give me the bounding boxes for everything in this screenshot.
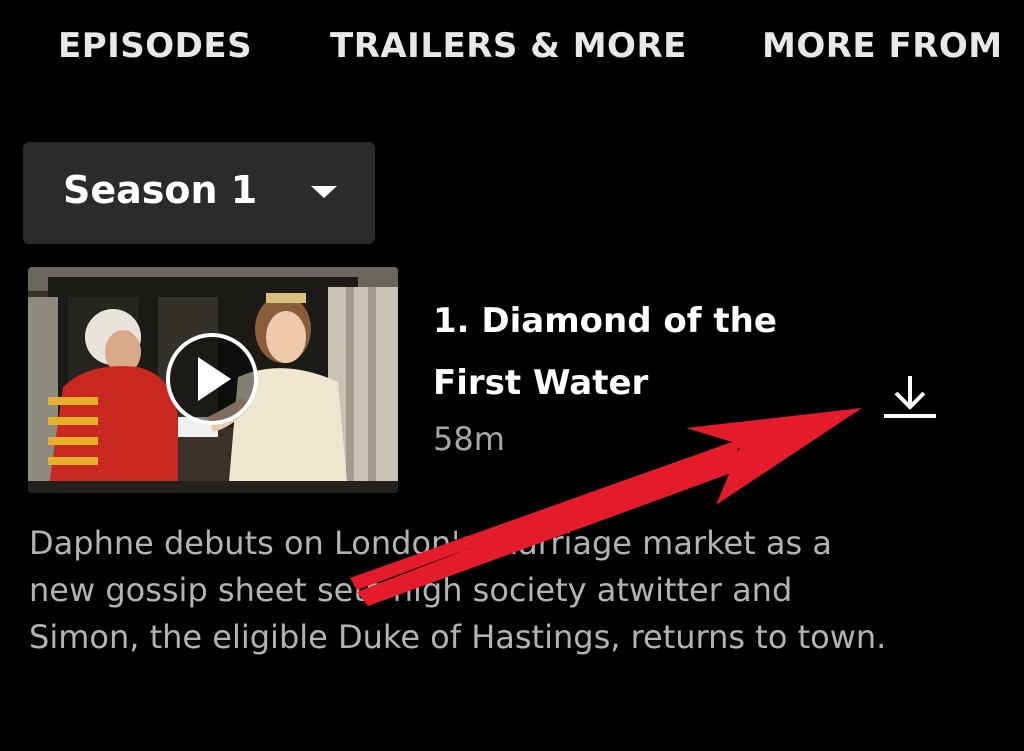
episode-description: Daphne debuts on London's marriage marke…: [29, 524, 887, 656]
season-selector[interactable]: Season 1: [23, 142, 375, 244]
episode-duration: 58m: [433, 420, 505, 458]
tab-trailers-and-more[interactable]: TRAILERS & MORE: [330, 26, 687, 66]
top-tab-bar: EPISODES TRAILERS & MORE MORE FROM: [0, 0, 1004, 100]
download-icon: [884, 376, 936, 418]
play-icon: [166, 333, 258, 425]
download-button[interactable]: [878, 372, 942, 422]
caret-down-icon: [311, 186, 337, 198]
episode-title: 1. Diamond of the First Water: [433, 301, 777, 403]
episode-thumbnail[interactable]: [28, 267, 398, 493]
season-selector-label: Season 1: [63, 168, 258, 212]
tab-more-from[interactable]: MORE FROM: [762, 26, 1003, 66]
tab-episodes[interactable]: EPISODES: [58, 26, 252, 66]
